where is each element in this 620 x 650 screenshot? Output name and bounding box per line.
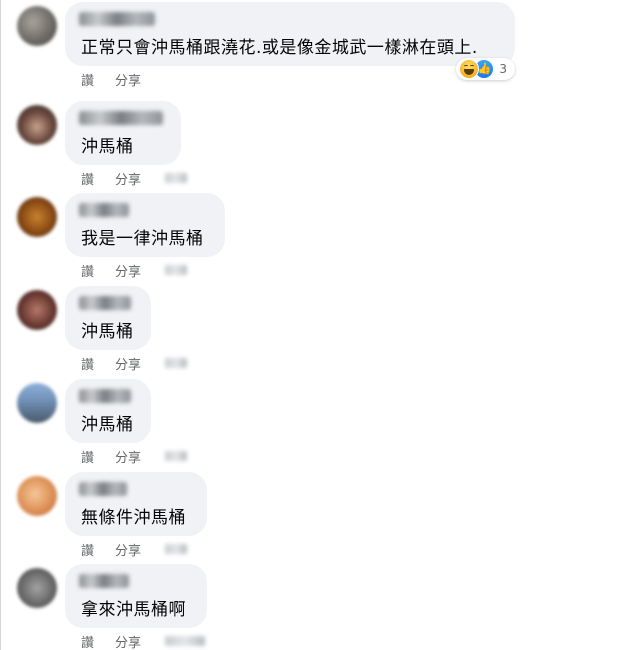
share-button[interactable]: 分享 <box>115 261 165 280</box>
comment-item: 無條件沖馬桶 讚 分享 <box>1 470 620 563</box>
avatar[interactable] <box>17 476 57 516</box>
comment-item: 沖馬桶 讚 分享 <box>1 284 620 377</box>
comment-text: 我是一律沖馬桶 <box>81 229 204 249</box>
comment-text: 沖馬桶 <box>81 322 134 342</box>
comment-thread: 正常只會沖馬桶跟澆花.或是像金城武一樣淋在頭上. 👍 3 讚 分享 沖馬桶 讚 … <box>0 0 620 650</box>
comment-bubble: 我是一律沖馬桶 <box>65 193 225 257</box>
comment-actions: 讚 分享 <box>81 168 187 188</box>
comment-actions: 讚 分享 <box>81 353 187 373</box>
like-button[interactable]: 讚 <box>81 261 115 280</box>
timestamp[interactable] <box>165 173 187 183</box>
share-button[interactable]: 分享 <box>115 447 165 466</box>
like-button[interactable]: 讚 <box>81 70 115 89</box>
comment-text: 正常只會沖馬桶跟澆花.或是像金城武一樣淋在頭上. <box>81 38 478 58</box>
comment-text: 無條件沖馬桶 <box>81 508 186 528</box>
avatar[interactable] <box>17 568 57 608</box>
timestamp[interactable] <box>165 451 187 461</box>
comment-actions: 讚 分享 <box>81 631 205 650</box>
share-button[interactable]: 分享 <box>115 70 165 89</box>
comment-bubble: 沖馬桶 <box>65 286 151 350</box>
like-button[interactable]: 讚 <box>81 632 115 650</box>
like-button[interactable]: 讚 <box>81 540 115 559</box>
avatar[interactable] <box>17 105 57 145</box>
commenter-name[interactable] <box>79 296 131 310</box>
share-button[interactable]: 分享 <box>115 354 165 373</box>
commenter-name[interactable] <box>79 574 129 588</box>
like-button[interactable]: 讚 <box>81 447 115 466</box>
commenter-name[interactable] <box>79 482 127 496</box>
commenter-name[interactable] <box>79 203 129 217</box>
comment-bubble: 正常只會沖馬桶跟澆花.或是像金城武一樣淋在頭上. 👍 3 <box>65 2 515 80</box>
share-button[interactable]: 分享 <box>115 632 165 650</box>
comment-item: 我是一律沖馬桶 讚 分享 <box>1 191 620 284</box>
like-button[interactable]: 讚 <box>81 354 115 373</box>
comment-bubble: 沖馬桶 <box>65 379 151 443</box>
comment-bubble: 拿來沖馬桶啊 <box>65 564 207 628</box>
comment-bubble: 沖馬桶 <box>65 101 181 165</box>
comment-actions: 讚 分享 <box>81 446 187 466</box>
comment-item: 拿來沖馬桶啊 讚 分享 <box>1 562 620 650</box>
comment-text: 沖馬桶 <box>81 415 134 435</box>
comment-item: 沖馬桶 讚 分享 <box>1 99 620 192</box>
reaction-count: 3 <box>499 62 507 76</box>
comment-item: 沖馬桶 讚 分享 <box>1 377 620 470</box>
comment-text: 拿來沖馬桶啊 <box>81 600 186 620</box>
reaction-summary[interactable]: 👍 3 <box>456 58 515 80</box>
timestamp[interactable] <box>165 358 187 368</box>
commenter-name[interactable] <box>79 111 163 125</box>
timestamp[interactable] <box>165 544 187 554</box>
comment-actions: 讚 分享 <box>81 69 165 89</box>
timestamp[interactable] <box>165 265 187 275</box>
avatar[interactable] <box>17 290 57 330</box>
like-button[interactable]: 讚 <box>81 169 115 188</box>
share-button[interactable]: 分享 <box>115 169 165 188</box>
comment-text: 沖馬桶 <box>81 137 134 157</box>
comment-actions: 讚 分享 <box>81 260 187 280</box>
avatar[interactable] <box>17 6 57 46</box>
commenter-name[interactable] <box>79 389 131 403</box>
avatar[interactable] <box>17 383 57 423</box>
commenter-name[interactable] <box>79 12 155 26</box>
timestamp[interactable] <box>165 636 205 646</box>
comment-bubble: 無條件沖馬桶 <box>65 472 207 536</box>
share-button[interactable]: 分享 <box>115 540 165 559</box>
avatar[interactable] <box>17 197 57 237</box>
comment-actions: 讚 分享 <box>81 539 187 559</box>
comment-item: 正常只會沖馬桶跟澆花.或是像金城武一樣淋在頭上. 👍 3 讚 分享 <box>1 0 620 93</box>
